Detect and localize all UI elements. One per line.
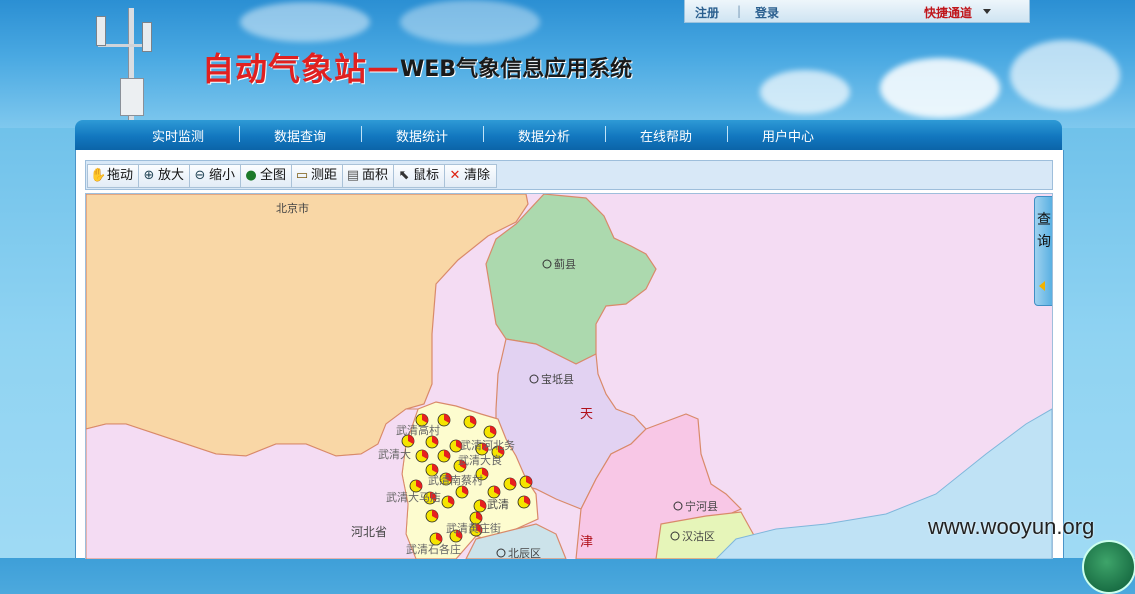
cloud-decoration [760,70,850,114]
nav-item-realtime[interactable]: 实时监测 [117,126,239,145]
main-panel: ✋拖动 ⊕ 放大 ⊖ 缩小 ● 全图 ▭ 测距 ▤ 面积 ⬉ 鼠标 ✕ 清除 北… [75,150,1064,559]
label-beijing: 北京市 [276,201,309,215]
label-tian: 天 [580,407,593,422]
station-marker[interactable] [437,449,451,463]
title-dash: — [367,48,401,86]
station-marker[interactable] [517,495,531,509]
zoom-out-icon: ⊖ [194,168,206,183]
label-huangzhuang: 武清黄庄街 [446,521,501,535]
clear-button[interactable]: ✕ 清除 [444,164,497,188]
measure-area-button[interactable]: ▤ 面积 [342,164,395,188]
label-nancai: 武清南蔡村 [428,473,483,487]
nav-item-online-help[interactable]: 在线帮助 [605,126,727,145]
label-hangu: 汉沽区 [682,530,715,543]
watermark-text: www.wooyun.org [928,514,1095,539]
label-wuqing: 武清 [487,498,509,511]
chevron-down-icon[interactable] [983,9,991,14]
station-marker[interactable] [425,509,439,523]
close-icon: ✕ [449,168,461,183]
links-separator: | [737,4,742,18]
station-marker[interactable] [487,485,501,499]
side-panel-label-1: 查 [1037,212,1051,228]
map-toolbar: ✋拖动 ⊕ 放大 ⊖ 缩小 ● 全图 ▭ 测距 ▤ 面积 ⬉ 鼠标 ✕ 清除 [85,160,1053,190]
station-marker[interactable] [415,449,429,463]
main-nav: 实时监测 数据查询 数据统计 数据分析 在线帮助 用户中心 [75,120,1062,150]
station-marker[interactable] [455,485,469,499]
cloud-decoration [880,58,1000,118]
zoom-in-icon: ⊕ [143,168,155,183]
weather-station-mast-image [94,8,154,120]
station-marker[interactable] [503,477,517,491]
title-main: 自动气象站 [202,50,368,88]
nav-item-data-analysis[interactable]: 数据分析 [483,126,605,145]
station-marker[interactable] [441,495,455,509]
globe-icon: ● [245,168,257,183]
map-svg[interactable]: 北京市 蓟县 宝坻县 宁河县 汉沽区 河北省 武清 北辰区 武清高村 武清大 武… [86,194,1052,559]
register-link[interactable]: 注册 [695,4,719,21]
label-ninghe: 宁河县 [685,499,718,513]
page-title: 自动气象站—WEB气象信息应用系统 [202,44,633,88]
zoom-in-button[interactable]: ⊕ 放大 [138,164,191,188]
station-marker[interactable] [463,415,477,429]
full-extent-button[interactable]: ● 全图 [240,164,293,188]
hand-icon: ✋ [90,168,107,183]
query-side-panel[interactable]: 查 询 [1034,196,1052,306]
station-marker[interactable] [473,499,487,513]
cloud-decoration [1010,40,1120,110]
label-madian: 武清大马店 [386,490,441,504]
top-links-bar: 注册 | 登录 快捷通道 [684,0,1030,23]
cursor-icon: ⬉ [398,168,410,183]
label-jixian: 蓟县 [554,258,576,271]
measure-distance-button[interactable]: ▭ 测距 [291,164,344,188]
label-dadi: 武清大良 [458,453,502,467]
title-sub: WEB气象信息应用系统 [400,57,633,82]
label-hexiwu: 武清河北务 [460,439,515,452]
cloud-decoration [240,2,370,42]
nav-item-user-center[interactable]: 用户中心 [727,126,849,145]
ruler-icon: ▭ [295,168,309,183]
zoom-out-button[interactable]: ⊖ 缩小 [189,164,242,188]
quick-access-menu[interactable]: 快捷通道 [924,4,972,21]
label-wq-other: 武清大 [378,447,411,461]
nav-item-data-stats[interactable]: 数据统计 [361,126,483,145]
nav-item-data-query[interactable]: 数据查询 [239,126,361,145]
login-link[interactable]: 登录 [755,4,779,21]
area-icon: ▤ [346,168,360,183]
cloud-decoration [400,0,540,44]
label-shiges: 武清石各庄 [406,542,461,556]
mouse-pointer-button[interactable]: ⬉ 鼠标 [393,164,446,188]
station-marker[interactable] [519,475,533,489]
station-marker[interactable] [425,435,439,449]
label-beichen: 北辰区 [508,547,541,559]
globe-logo-icon [1082,540,1135,594]
station-marker[interactable] [483,425,497,439]
side-panel-label-2: 询 [1037,234,1051,250]
label-jin: 津 [580,535,593,550]
label-hebei: 河北省 [351,525,387,539]
map-canvas[interactable]: 北京市 蓟县 宝坻县 宁河县 汉沽区 河北省 武清 北辰区 武清高村 武清大 武… [85,193,1053,559]
label-gaocun: 武清高村 [396,423,440,437]
label-baodi: 宝坻县 [541,372,574,386]
header-banner: 自动气象站—WEB气象信息应用系统 注册 | 登录 快捷通道 [0,0,1135,128]
pan-button[interactable]: ✋拖动 [87,164,140,188]
expand-arrow-icon[interactable] [1039,281,1045,291]
